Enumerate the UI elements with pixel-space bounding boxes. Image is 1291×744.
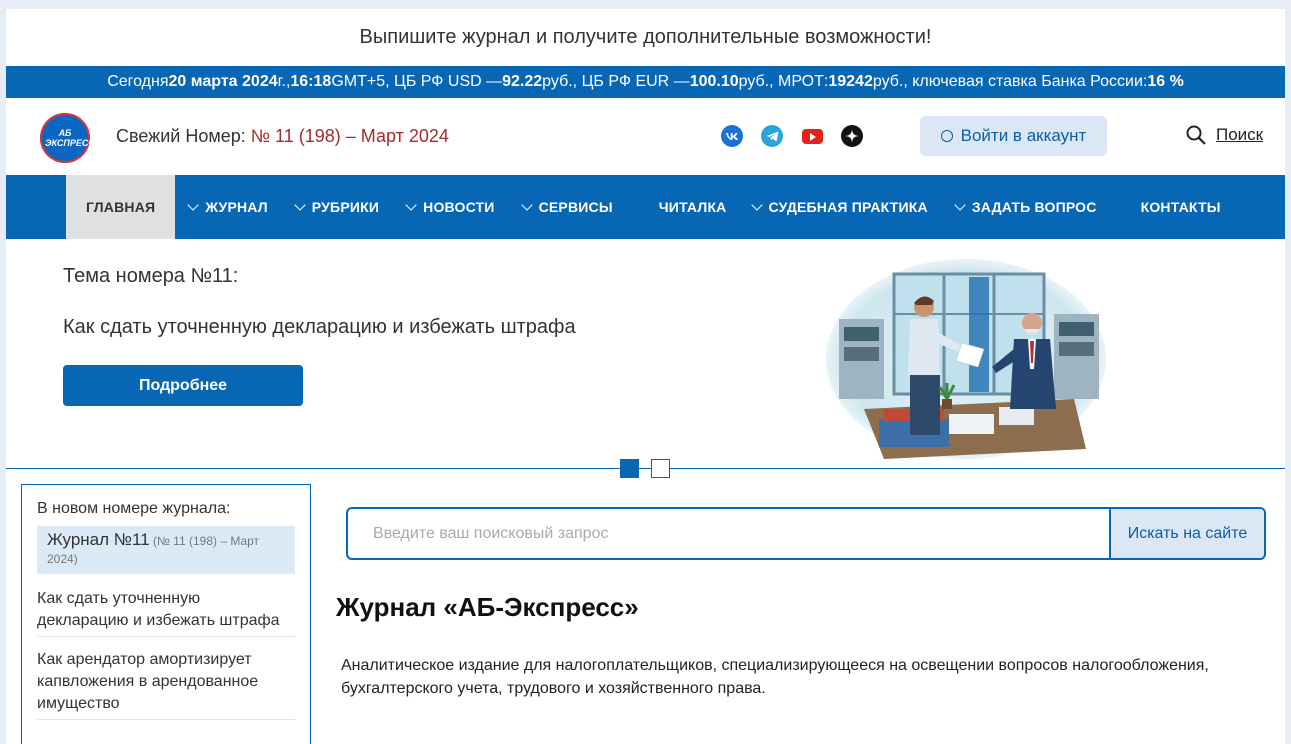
nav-label-journal: ЖУРНАЛ (205, 199, 268, 215)
social-links (721, 125, 863, 147)
youtube-icon[interactable] (801, 125, 823, 147)
sidebar-heading: В новом номере журнала: (37, 500, 231, 517)
rates-key-rate: 16 % (1147, 73, 1184, 90)
nav-label-contacts: КОНТАКТЫ (1140, 199, 1221, 215)
topic-label: Тема номера №11: (63, 265, 239, 287)
search-submit-button[interactable]: Искать на сайте (1109, 509, 1264, 558)
logo-text: АБ ЭКСПРЕСС (45, 128, 95, 148)
rates-usd: 92.22 (502, 73, 543, 90)
nav-item-services[interactable]: СЕРВИСЫ (509, 175, 627, 239)
page-title: Журнал «АБ-Экспресс» (336, 592, 639, 622)
current-issue[interactable]: Журнал №11 (№ 11 (198) – Март 2024) (37, 526, 295, 574)
more-button[interactable]: Подробнее (63, 365, 303, 406)
site-search: Искать на сайте (346, 507, 1266, 560)
dzen-icon[interactable] (841, 125, 863, 147)
nav-label-court-practice: СУДЕБНАЯ ПРАКТИКА (768, 199, 928, 215)
rates-text-3: GMT+5, ЦБ РФ USD — (331, 73, 503, 90)
nav-item-reader[interactable]: ЧИТАЛКА (627, 175, 741, 239)
sidebar-article[interactable]: Как арендатор амортизирует капвложения в… (37, 637, 295, 720)
current-issue-title: Журнал №11 (47, 530, 150, 549)
nav-label-news: НОВОСТИ (423, 199, 495, 215)
rates-bar: Сегодня 20 марта 2024 г., 16:18 GMT+5, Ц… (6, 66, 1285, 98)
chevron-down-icon (294, 198, 306, 211)
promo-banner[interactable]: Выпишите журнал и получите дополнительны… (6, 9, 1285, 66)
rates-text-2: г., (277, 73, 291, 90)
site-logo[interactable]: АБ ЭКСПРЕСС (40, 113, 95, 163)
user-icon (940, 130, 953, 142)
sidebar-article[interactable]: Как сдать уточненную декларацию и избежа… (37, 574, 295, 637)
nav-label-home: ГЛАВНАЯ (86, 199, 156, 215)
nav-item-ask-question[interactable]: ЗАДАТЬ ВОПРОС (942, 175, 1111, 239)
telegram-icon[interactable] (761, 125, 783, 147)
nav-item-home[interactable]: ГЛАВНАЯ (66, 175, 176, 239)
slider-dot-2[interactable] (651, 459, 670, 478)
nav-label-reader: ЧИТАЛКА (658, 199, 727, 215)
nav-item-news[interactable]: НОВОСТИ (393, 175, 508, 239)
search-link-label: Поиск (1216, 125, 1264, 144)
vk-icon[interactable] (721, 125, 743, 147)
nav-label-ask-question: ЗАДАТЬ ВОПРОС (971, 199, 1097, 215)
site-header: АБ ЭКСПРЕСС Свежий Номер: № 11 (198) – М… (6, 98, 1285, 175)
nav-label-services: СЕРВИСЫ (538, 199, 613, 215)
search-icon (1186, 125, 1206, 145)
login-button[interactable]: Войти в аккаунт (920, 116, 1107, 156)
nav-item-rubrics[interactable]: РУБРИКИ (282, 175, 393, 239)
main-nav: ГЛАВНАЯ ЖУРНАЛ РУБРИКИ НОВОСТИ СЕРВИСЫ Ч… (6, 175, 1285, 239)
fresh-issue-link[interactable]: № 11 (198) – Март 2024 (251, 126, 449, 146)
office-illustration (826, 259, 1106, 459)
chevron-down-icon (750, 198, 763, 211)
fresh-issue: Свежий Номер: № 11 (198) – Март 2024 (116, 126, 449, 147)
page-description: Аналитическое издание для налогоплательщ… (341, 657, 1209, 697)
search-link[interactable]: Поиск (1186, 125, 1263, 145)
nav-item-contacts[interactable]: КОНТАКТЫ (1111, 175, 1235, 239)
topic-title[interactable]: Как сдать уточненную декларацию и избежа… (63, 316, 576, 339)
chevron-down-icon (405, 198, 417, 211)
rates-text-6: руб., ключевая ставка Банка России: (872, 73, 1148, 90)
chevron-down-icon (187, 198, 199, 211)
rates-text-5: руб., МРОТ: (738, 73, 829, 90)
rates-time: 16:18 (290, 73, 332, 90)
rates-mrot: 19242 (828, 73, 873, 90)
nav-item-court-practice[interactable]: СУДЕБНАЯ ПРАКТИКА (741, 175, 942, 239)
slider-dot-1[interactable] (620, 459, 639, 478)
nav-label-rubrics: РУБРИКИ (311, 199, 380, 215)
slider-dots (620, 459, 670, 478)
issue-sidebar: В новом номере журнала: Журнал №11 (№ 11… (21, 484, 311, 744)
nav-item-journal[interactable]: ЖУРНАЛ (175, 175, 281, 239)
fresh-issue-label: Свежий Номер: (116, 126, 251, 146)
login-label: Войти в аккаунт (960, 126, 1087, 145)
chevron-down-icon (520, 198, 533, 211)
rates-text-4: руб., ЦБ РФ EUR — (542, 73, 690, 90)
promo-text[interactable]: Выпишите журнал и получите дополнительны… (360, 26, 932, 49)
search-input[interactable] (348, 509, 1109, 558)
hero-slider: Тема номера №11: Как сдать уточненную де… (6, 239, 1285, 478)
rates-text-1: Сегодня (107, 73, 169, 90)
rates-date: 20 марта 2024 (168, 73, 278, 90)
chevron-down-icon (954, 198, 966, 211)
page: Выпишите журнал и получите дополнительны… (6, 9, 1285, 744)
rates-eur: 100.10 (689, 73, 739, 90)
